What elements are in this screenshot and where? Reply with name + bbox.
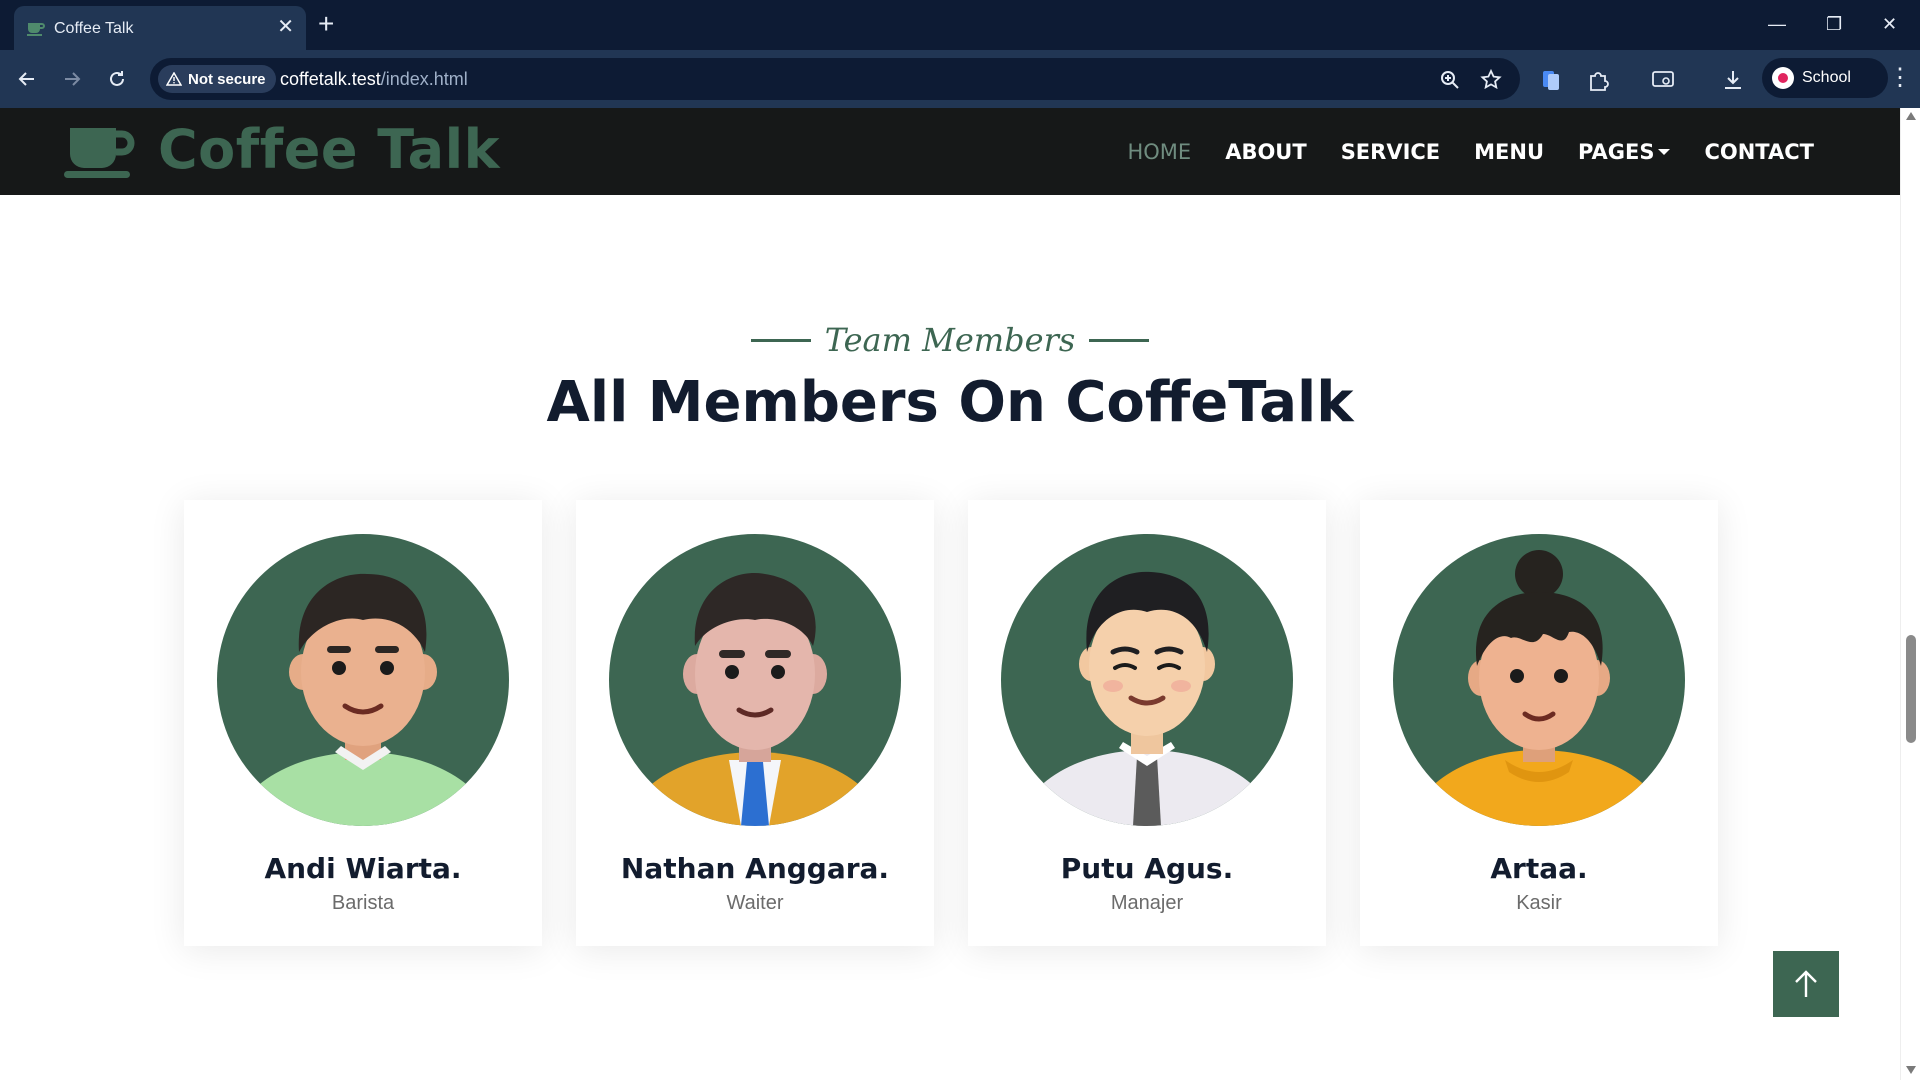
- scroll-down-arrow-icon[interactable]: [1906, 1066, 1916, 1074]
- member-name: Nathan Anggara.: [620, 852, 890, 885]
- zoom-icon[interactable]: [1438, 68, 1462, 92]
- browser-menu-icon[interactable]: ⋮: [1888, 66, 1912, 90]
- profile-button[interactable]: School: [1762, 58, 1888, 98]
- nav-link-pages[interactable]: PAGES: [1578, 139, 1671, 164]
- section-subtitle-row: Team Members: [0, 321, 1900, 359]
- extension-docs-icon[interactable]: [1538, 67, 1564, 93]
- member-role: Manajer: [1110, 892, 1184, 914]
- team-card: Artaa. Kasir: [1360, 500, 1718, 946]
- member-name: Putu Agus.: [1060, 852, 1234, 885]
- nav-link-contact[interactable]: CONTACT: [1704, 140, 1814, 164]
- subtitle-line-right: [1089, 338, 1150, 342]
- section-title: All Members On CoffeTalk: [546, 370, 1354, 435]
- address-bar[interactable]: Not secure coffetalk.test/index.html: [150, 58, 1520, 100]
- site-navbar: Coffee Talk HOME ABOUT SERVICE MENU PAGE…: [0, 108, 1900, 195]
- browser-toolbar: Not secure coffetalk.test/index.html Sch…: [0, 50, 1920, 109]
- member-role: Waiter: [726, 892, 784, 914]
- back-arrow-icon[interactable]: [12, 64, 42, 94]
- avatar-illustration-icon: [233, 573, 493, 826]
- profile-avatar-icon: [1772, 67, 1794, 89]
- browser-tab-title: Coffee Talk: [54, 20, 134, 37]
- nav-link-service[interactable]: SERVICE: [1341, 140, 1440, 164]
- dropdown-caret-icon: [1658, 149, 1671, 156]
- url-host: coffetalk.test: [280, 69, 381, 89]
- scrollbar-thumb[interactable]: [1906, 635, 1916, 743]
- coffee-favicon-icon: [27, 23, 45, 36]
- close-tab-icon[interactable]: ✕: [277, 16, 294, 38]
- brand-name[interactable]: Coffee Talk: [158, 118, 500, 181]
- security-chip[interactable]: Not secure: [158, 65, 276, 93]
- coffee-cup-icon[interactable]: [64, 124, 136, 180]
- page-scrollbar[interactable]: [1900, 108, 1920, 1080]
- url-path: /index.html: [380, 69, 468, 89]
- bookmark-star-icon[interactable]: [1479, 68, 1503, 92]
- member-avatar: [217, 534, 509, 826]
- profile-label: School: [1802, 69, 1851, 86]
- minimize-icon[interactable]: —: [1768, 12, 1786, 36]
- security-label: Not secure: [188, 70, 266, 88]
- member-avatar: [1393, 534, 1685, 826]
- avatar-illustration-icon: [1409, 550, 1669, 826]
- avatar-illustration-icon: [1017, 571, 1277, 826]
- cast-search-icon[interactable]: [1650, 67, 1676, 93]
- team-card: Andi Wiarta. Barista: [184, 500, 542, 946]
- subtitle-line-left: [750, 338, 811, 342]
- close-window-icon[interactable]: ✕: [1882, 12, 1897, 36]
- download-icon[interactable]: [1720, 67, 1746, 93]
- member-name: Artaa.: [1490, 852, 1588, 885]
- warning-triangle-icon: [166, 72, 182, 86]
- member-name: Andi Wiarta.: [264, 852, 462, 885]
- new-tab-icon[interactable]: +: [318, 10, 334, 38]
- back-to-top-button[interactable]: [1773, 951, 1839, 1017]
- browser-tab[interactable]: Coffee Talk ✕: [14, 6, 306, 50]
- nav-link-home[interactable]: HOME: [1127, 140, 1191, 164]
- website-viewport: Coffee Talk HOME ABOUT SERVICE MENU PAGE…: [0, 108, 1900, 1080]
- section-subtitle-text: Team Members: [824, 321, 1076, 359]
- avatar-illustration-icon: [625, 572, 885, 826]
- member-avatar: [1001, 534, 1293, 826]
- extensions-puzzle-icon[interactable]: [1585, 67, 1611, 93]
- member-role: Barista: [331, 892, 395, 914]
- nav-link-about[interactable]: ABOUT: [1225, 140, 1307, 164]
- url-text[interactable]: coffetalk.test/index.html: [280, 69, 468, 90]
- scroll-up-arrow-icon[interactable]: [1906, 112, 1916, 120]
- reload-icon[interactable]: [102, 64, 132, 94]
- team-card: Putu Agus. Manajer: [968, 500, 1326, 946]
- nav-link-pages-label: PAGES: [1578, 139, 1655, 164]
- main-nav: HOME ABOUT SERVICE MENU PAGES CONTACT: [1127, 108, 1814, 195]
- member-avatar: [609, 534, 901, 826]
- nav-link-menu[interactable]: MENU: [1474, 140, 1544, 164]
- forward-arrow-icon[interactable]: [57, 64, 87, 94]
- member-role: Kasir: [1516, 892, 1562, 914]
- restore-icon[interactable]: ❐: [1826, 12, 1842, 36]
- browser-tab-strip: Coffee Talk ✕ + — ❐ ✕: [0, 0, 1920, 50]
- arrow-up-icon: [1795, 970, 1817, 997]
- section-subtitle: Team Members: [750, 321, 1150, 359]
- team-card: Nathan Anggara. Waiter: [576, 500, 934, 946]
